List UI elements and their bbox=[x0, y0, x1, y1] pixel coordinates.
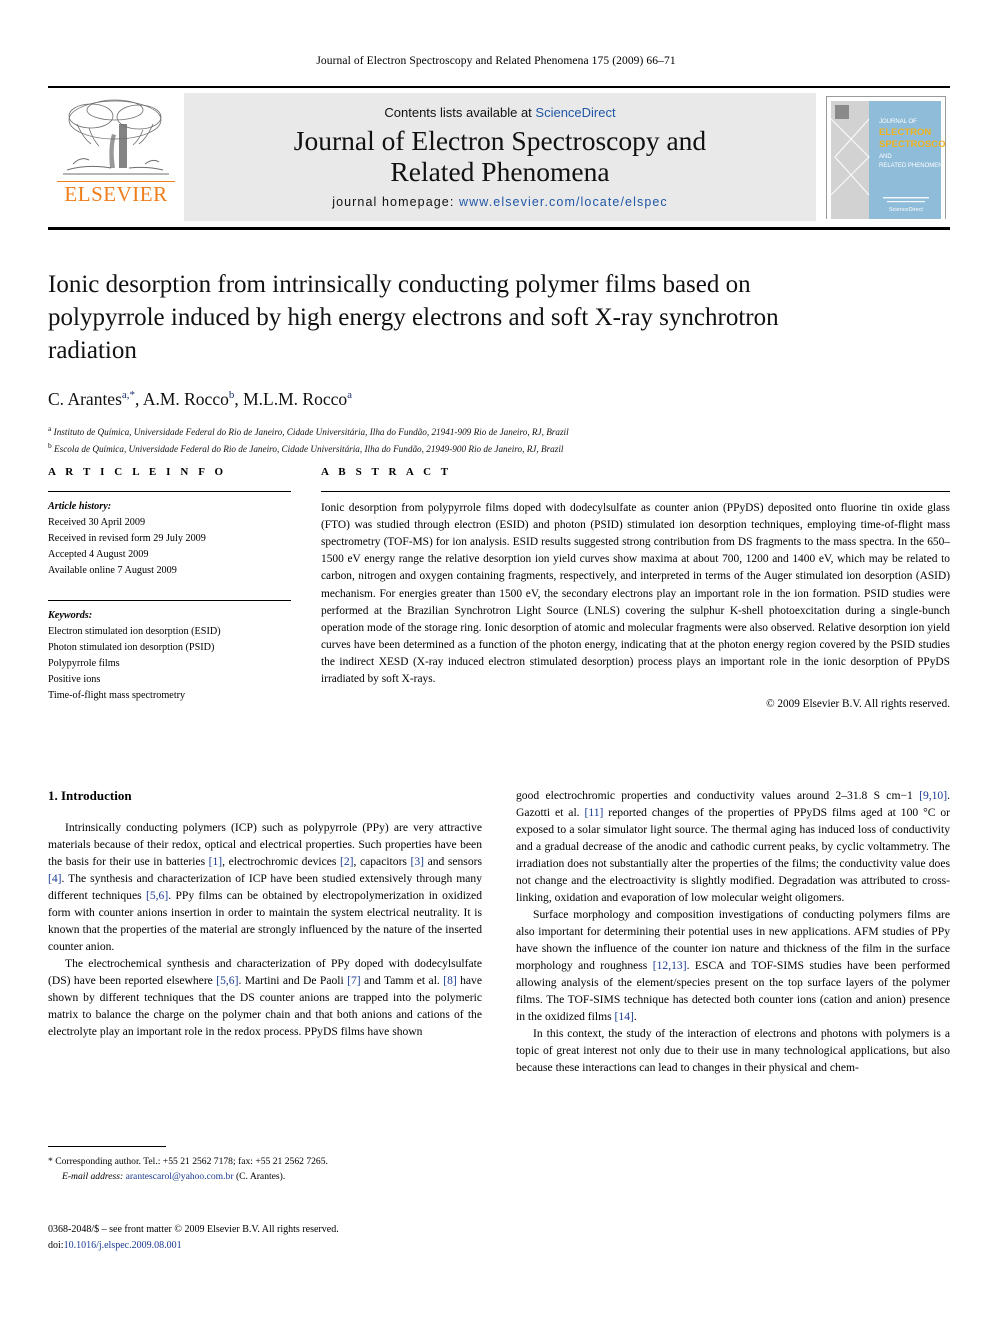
footnote-rule bbox=[48, 1146, 166, 1147]
citation-link[interactable]: [14] bbox=[615, 1010, 634, 1023]
footnote-marker: * bbox=[48, 1156, 53, 1167]
citation-link[interactable]: [1] bbox=[209, 855, 223, 868]
affiliation-a: a Instituto de Química, Universidade Fed… bbox=[48, 424, 569, 438]
article-info-column: A R T I C L E I N F O Article history: R… bbox=[48, 466, 291, 710]
imprint-block: 0368-2048/$ – see front matter © 2009 El… bbox=[48, 1222, 548, 1254]
citation-link[interactable]: [4] bbox=[48, 872, 62, 885]
keyword-item: Photon stimulated ion desorption (PSID) bbox=[48, 641, 215, 653]
journal-homepage-label: journal homepage: bbox=[332, 195, 455, 210]
journal-cover-art: JOURNAL OF ELECTRON SPECTROSCOPY AND REL… bbox=[827, 97, 959, 223]
keywords-label: Keywords: bbox=[48, 609, 93, 621]
title-block: Ionic desorption from intrinsically cond… bbox=[48, 268, 838, 457]
doi-label: doi: bbox=[48, 1240, 64, 1251]
abstract-copyright: © 2009 Elsevier B.V. All rights reserved… bbox=[766, 698, 950, 711]
footnote-corresponding-text: Corresponding author. Tel.: +55 21 2562 … bbox=[55, 1156, 328, 1167]
citation-link[interactable]: [5,6] bbox=[146, 889, 168, 902]
svg-text:AND: AND bbox=[879, 154, 892, 160]
history-item: Received 30 April 2009 bbox=[48, 517, 146, 529]
elsevier-tree-icon bbox=[63, 99, 169, 175]
citation-link[interactable]: [7] bbox=[347, 974, 361, 987]
history-item: Available online 7 August 2009 bbox=[48, 565, 177, 577]
footnote-email-suffix: (C. Arantes). bbox=[235, 1170, 286, 1182]
keyword-item: Positive ions bbox=[48, 673, 101, 685]
sciencedirect-link[interactable]: ScienceDirect bbox=[535, 105, 615, 120]
journal-masthead: ELSEVIER Contents lists available at Sci… bbox=[48, 86, 959, 230]
info-abstract-region: A R T I C L E I N F O Article history: R… bbox=[48, 466, 950, 710]
corresponding-author-footnote: * Corresponding author. Tel.: +55 21 256… bbox=[48, 1146, 482, 1185]
article-page: Journal of Electron Spectroscopy and Rel… bbox=[0, 0, 992, 1323]
running-head: Journal of Electron Spectroscopy and Rel… bbox=[316, 55, 676, 67]
article-history-label: Article history: bbox=[48, 501, 112, 512]
citation-link[interactable]: [5,6] bbox=[216, 974, 238, 987]
paragraph: Surface morphology and composition inves… bbox=[516, 907, 950, 1023]
citation-link[interactable]: [9,10] bbox=[919, 789, 947, 802]
abstract-heading: A B S T R A C T bbox=[321, 466, 452, 478]
paragraph: The electrochemical synthesis and charac… bbox=[48, 956, 483, 1038]
citation-link[interactable]: [2] bbox=[340, 855, 354, 868]
article-history-block: Article history: Received 30 April 2009 … bbox=[48, 492, 291, 580]
abstract-column: A B S T R A C T Ionic desorption from po… bbox=[321, 466, 950, 710]
contents-available-line: Contents lists available at ScienceDirec… bbox=[384, 105, 615, 120]
journal-banner: Contents lists available at ScienceDirec… bbox=[184, 93, 816, 221]
body-column-right: good electrochromic properties and condu… bbox=[516, 788, 950, 1077]
keyword-item: Time-of-flight mass spectrometry bbox=[48, 690, 186, 702]
article-info-heading: A R T I C L E I N F O bbox=[48, 466, 227, 478]
body-columns: 1. Introduction Intrinsically conducting… bbox=[48, 788, 950, 1077]
footnote-corresponding-line: * Corresponding author. Tel.: +55 21 256… bbox=[48, 1155, 482, 1170]
paragraph: Intrinsically conducting polymers (ICP) … bbox=[48, 821, 482, 953]
paragraph: In this context, the study of the intera… bbox=[516, 1026, 950, 1074]
svg-text:ScienceDirect: ScienceDirect bbox=[889, 207, 923, 213]
elsevier-logo: ELSEVIER bbox=[48, 88, 184, 227]
issn-line: 0368-2048/$ – see front matter © 2009 El… bbox=[48, 1224, 339, 1235]
footnote-email-address[interactable]: arantescarol@yahoo.com.br bbox=[126, 1171, 234, 1182]
affiliation-b-text: Escola de Química, Universidade Federal … bbox=[54, 444, 564, 455]
svg-text:ELECTRON: ELECTRON bbox=[879, 127, 931, 138]
abstract-text: Ionic desorption from polypyrrole films … bbox=[321, 502, 950, 686]
author-list: C. Arantesa,*, A.M. Roccob, M.L.M. Rocco… bbox=[48, 389, 353, 409]
history-item: Received in revised form 29 July 2009 bbox=[48, 533, 206, 545]
keyword-item: Polypyrrole films bbox=[48, 657, 120, 669]
journal-title-line1: Journal of Electron Spectroscopy and bbox=[293, 124, 707, 156]
citation-link[interactable]: [11] bbox=[584, 806, 603, 819]
citation-link[interactable]: [12,13] bbox=[653, 959, 687, 972]
journal-cover-thumbnail: JOURNAL OF ELECTRON SPECTROSCOPY AND REL… bbox=[826, 96, 959, 223]
keywords-block: Keywords: Electron stimulated ion desorp… bbox=[48, 593, 291, 705]
svg-text:RELATED PHENOMENA: RELATED PHENOMENA bbox=[879, 163, 945, 169]
affiliation-b: b Escola de Química, Universidade Federa… bbox=[48, 440, 564, 455]
svg-text:SPECTROSCOPY: SPECTROSCOPY bbox=[879, 139, 945, 150]
footnote-email-line: E-mail address: arantescarol@yahoo.com.b… bbox=[48, 1170, 482, 1185]
journal-homepage-line: journal homepage: www.elsevier.com/locat… bbox=[332, 195, 668, 209]
doi-link[interactable]: 10.1016/j.elspec.2009.08.001 bbox=[64, 1240, 182, 1251]
affiliation-a-text: Instituto de Química, Universidade Feder… bbox=[53, 427, 569, 438]
journal-homepage-url[interactable]: www.elsevier.com/locate/elspec bbox=[459, 195, 668, 209]
doi-line: doi:10.1016/j.elspec.2009.08.001 bbox=[48, 1238, 548, 1254]
body-column-left: 1. Introduction Intrinsically conducting… bbox=[48, 788, 482, 1077]
citation-link[interactable]: [8] bbox=[443, 974, 457, 987]
citation-link[interactable]: [3] bbox=[411, 855, 425, 868]
footnote-email-label: E-mail address: bbox=[62, 1170, 124, 1182]
contents-prefix: Contents lists available at bbox=[384, 104, 536, 120]
paragraph: good electrochromic properties and condu… bbox=[516, 789, 951, 904]
keyword-item: Electron stimulated ion desorption (ESID… bbox=[48, 625, 221, 637]
journal-title-line2: Related Phenomena bbox=[390, 155, 610, 187]
journal-title: Journal of Electron Spectroscopy and Rel… bbox=[293, 124, 707, 188]
history-item: Accepted 4 August 2009 bbox=[48, 549, 149, 561]
affiliation-list: a Instituto de Química, Universidade Fed… bbox=[48, 423, 838, 457]
svg-text:JOURNAL OF: JOURNAL OF bbox=[879, 119, 917, 125]
elsevier-wordmark: ELSEVIER bbox=[57, 181, 175, 205]
section-heading-introduction: 1. Introduction bbox=[48, 788, 132, 803]
page-title: Ionic desorption from intrinsically cond… bbox=[48, 271, 779, 364]
